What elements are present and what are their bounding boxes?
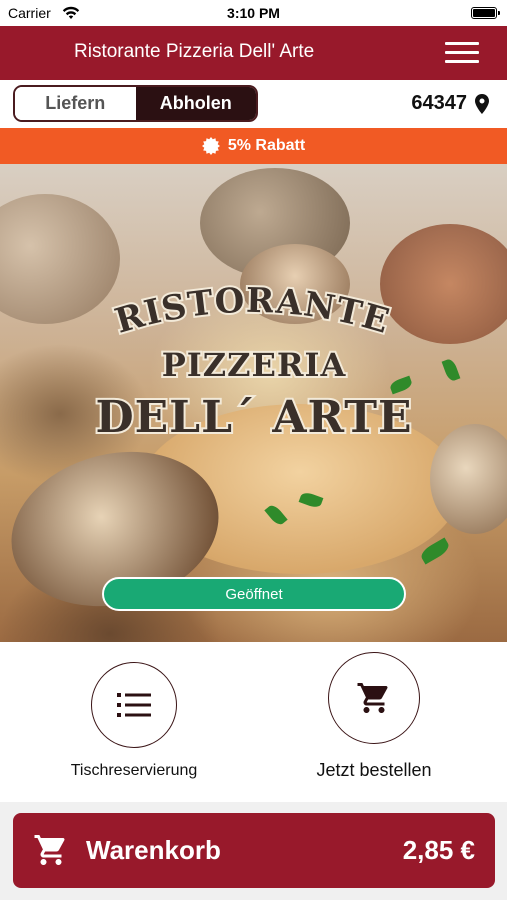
restaurant-title: Ristorante Pizzeria Dell' Arte <box>74 41 315 62</box>
reservation-icon-circle[interactable] <box>91 662 177 748</box>
pickup-tab[interactable]: Abholen <box>135 87 256 120</box>
location-selector[interactable]: 64347 <box>411 92 489 115</box>
reservation-label: Tischreservierung <box>70 762 198 779</box>
badge-icon <box>201 137 220 155</box>
cart-button[interactable]: Warenkorb 2,85 € <box>13 813 495 888</box>
order-now-button[interactable]: Jetzt bestellen <box>274 652 474 781</box>
hamburger-menu-icon[interactable] <box>445 42 479 64</box>
logo-line-1: RISTORANTE <box>109 284 396 344</box>
cart-icon <box>34 835 65 865</box>
table-reservation-button[interactable]: Tischreservierung <box>34 652 234 780</box>
cart-icon <box>357 683 388 713</box>
logo-line-3: DELL´ ARTE <box>95 392 412 443</box>
status-bar: Carrier 3:10 PM <box>0 0 507 26</box>
location-pin-icon <box>475 93 489 114</box>
order-mode-row: Liefern Abholen 64347 <box>0 80 507 128</box>
order-label: Jetzt bestellen <box>316 760 432 780</box>
deliver-tab[interactable]: Liefern <box>15 87 136 120</box>
delivery-pickup-toggle: Liefern Abholen <box>13 85 258 122</box>
app-header: Ristorante Pizzeria Dell' Arte <box>0 26 507 80</box>
quick-actions: Tischreservierung Jetzt bestellen <box>0 642 507 802</box>
battery-icon <box>471 7 500 19</box>
cart-label: Warenkorb <box>86 835 221 865</box>
svg-text:RISTORANTE: RISTORANTE <box>111 284 395 342</box>
clock: 3:10 PM <box>227 5 280 21</box>
hero-image: RISTORANTE PIZZERIA DELL´ ARTE <box>0 164 507 642</box>
open-status-badge: Geöffnet <box>102 577 406 611</box>
cart-total: 2,85 € <box>402 835 475 865</box>
cart-footer: Warenkorb 2,85 € <box>0 802 507 900</box>
postal-code: 64347 <box>411 92 467 114</box>
order-icon-circle[interactable] <box>328 652 420 744</box>
discount-banner: 5% Rabatt <box>0 128 507 164</box>
discount-text: 5% Rabatt <box>227 137 306 154</box>
list-icon <box>117 693 151 717</box>
logo-line-2: PIZZERIA <box>162 346 347 384</box>
restaurant-logo: RISTORANTE PIZZERIA DELL´ ARTE <box>0 284 507 444</box>
